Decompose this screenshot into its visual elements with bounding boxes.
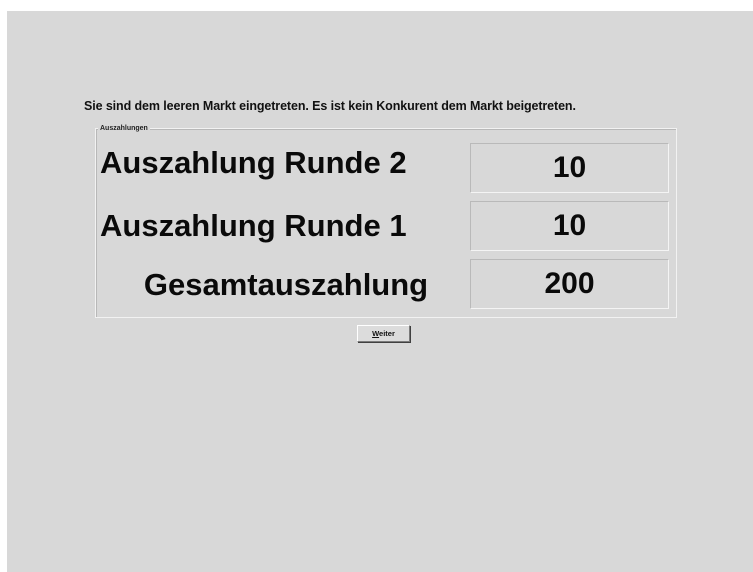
next-button[interactable]: Weiter: [357, 325, 410, 342]
payout-round-1-value: 10: [470, 201, 669, 251]
next-button-label: eiter: [379, 329, 395, 338]
next-button-mnemonic: W: [372, 329, 380, 338]
total-payout-label: Gesamtauszahlung: [143, 267, 429, 302]
total-payout-value: 200: [470, 259, 669, 309]
payout-group-title: Auszahlungen: [98, 124, 150, 133]
payout-round-2-value: 10: [470, 143, 669, 193]
payout-round-1-label: Auszahlung Runde 1: [100, 208, 407, 243]
status-message: Sie sind dem leeren Markt eingetreten. E…: [84, 99, 576, 113]
payout-round-2-label: Auszahlung Runde 2: [100, 145, 407, 180]
